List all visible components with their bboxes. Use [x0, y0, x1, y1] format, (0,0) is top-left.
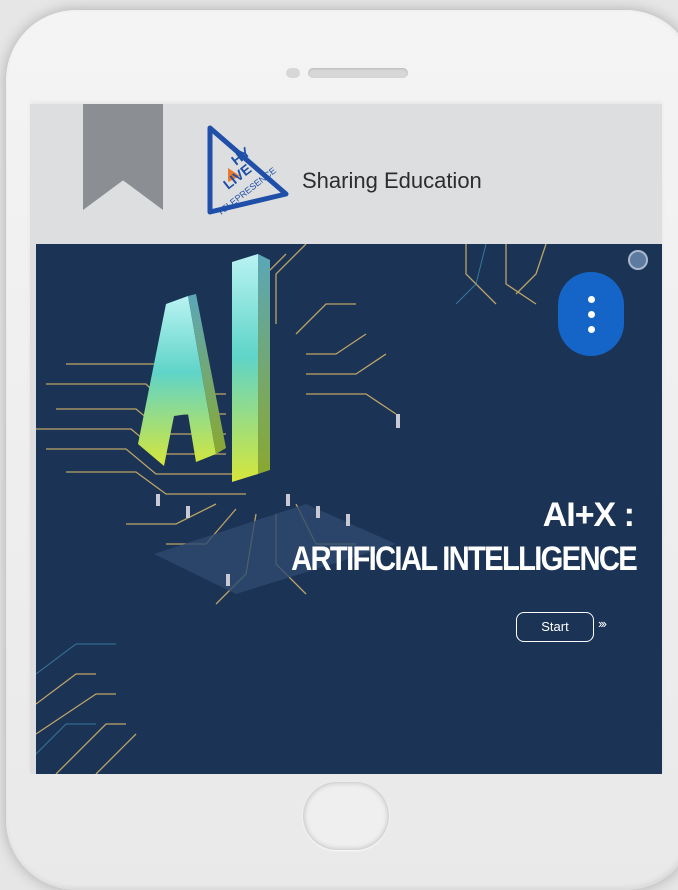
kebab-menu-icon: [587, 295, 595, 303]
page-title: Sharing Education: [302, 168, 482, 193]
menu-button[interactable]: [558, 272, 624, 356]
kebab-menu-icon: [587, 325, 595, 333]
front-camera: [286, 68, 300, 78]
home-button[interactable]: [303, 782, 389, 850]
chat-icon[interactable]: [628, 250, 648, 270]
start-button[interactable]: Start: [516, 612, 594, 642]
course-banner[interactable]: AI+X : ARTIFICIAL INTELLIGENCE Start ›››: [36, 244, 662, 774]
phone-screen: HY LIVE TELEPRESENCE Sharing Education A…: [30, 104, 662, 774]
speaker-grille: [308, 68, 408, 78]
ai-letter-i: [232, 254, 258, 482]
hy-live-telepresence-logo: HY LIVE TELEPRESENCE: [207, 125, 289, 216]
app-header: HY LIVE TELEPRESENCE Sharing Education: [30, 104, 662, 242]
bookmark-icon[interactable]: [83, 104, 163, 210]
headline-line1: AI+X :: [542, 496, 635, 534]
headline-line2: ARTIFICIAL INTELLIGENCE: [291, 540, 638, 578]
kebab-menu-icon: [587, 310, 595, 318]
chevron-right-icon: ›››: [598, 616, 607, 631]
